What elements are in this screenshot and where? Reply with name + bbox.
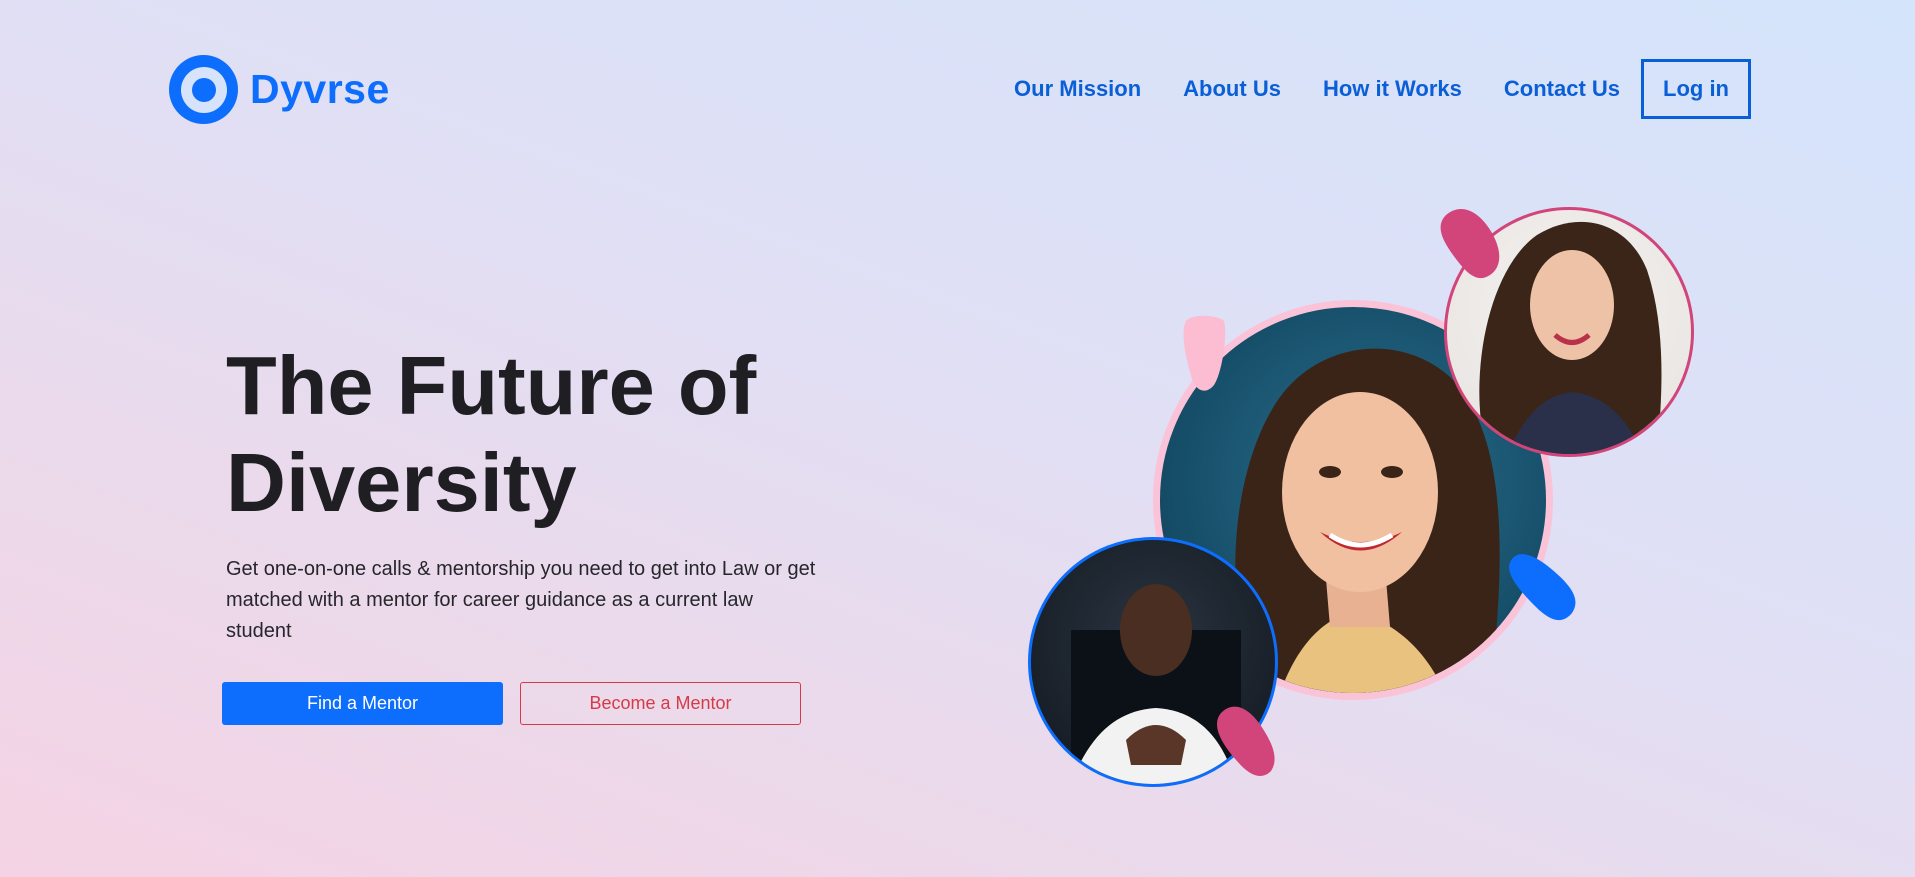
nav-contact-us[interactable]: Contact Us: [1504, 76, 1620, 102]
decor-pink-blob-bottom: [1216, 706, 1275, 776]
logo-target-icon: [169, 55, 238, 124]
hero-subtitle: Get one-on-one calls & mentorship you ne…: [226, 558, 816, 642]
hero-title-line1: The Future of: [226, 339, 757, 432]
nav-how-it-works[interactable]: How it Works: [1323, 76, 1462, 102]
nav-about-us[interactable]: About Us: [1183, 76, 1281, 102]
find-mentor-button[interactable]: Find a Mentor: [222, 682, 503, 725]
become-mentor-button[interactable]: Become a Mentor: [520, 682, 801, 725]
decor-pink-blob-top: [1440, 209, 1500, 279]
decor-light-pink-blob: [1183, 315, 1226, 391]
decor-blue-blob: [1509, 554, 1576, 621]
hero-title: The Future of Diversity: [226, 337, 866, 531]
main-nav: Our Mission About Us How it Works Contac…: [1014, 59, 1751, 119]
brand-name: Dyvrse: [250, 66, 390, 112]
login-button[interactable]: Log in: [1641, 59, 1751, 119]
brand-logo[interactable]: Dyvrse: [169, 55, 390, 124]
hero-title-line2: Diversity: [226, 436, 577, 529]
nav-our-mission[interactable]: Our Mission: [1014, 76, 1141, 102]
